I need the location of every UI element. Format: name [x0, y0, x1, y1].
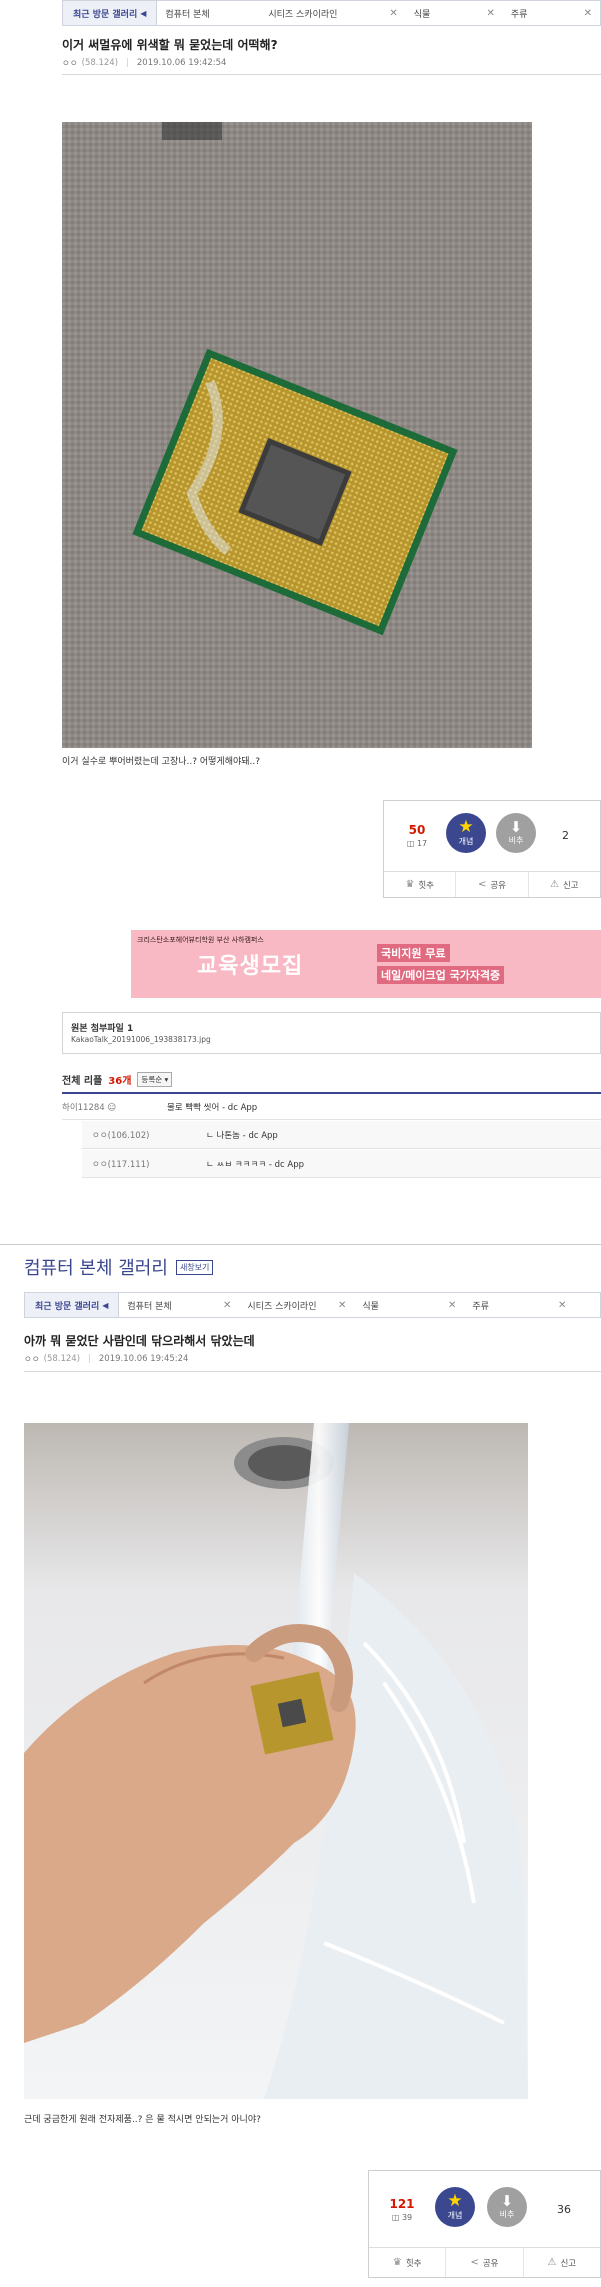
upvote-button[interactable]: ★ 개념: [435, 2187, 475, 2227]
comment-text: 물로 빡빡 씻어 - dc App: [167, 1102, 258, 1113]
comment-nick[interactable]: ㅇㅇ(106.102): [92, 1129, 206, 1141]
recent-gallery-item[interactable]: 주류 ✕: [464, 1299, 574, 1312]
ad-banner[interactable]: 크리스탄소포헤어뷰티학원 부산 사하캠퍼스 교육생모집 국비지원 무료 네일/메…: [131, 930, 601, 998]
prev-arrow-icon[interactable]: ◀: [140, 9, 146, 18]
comment-header: 전체 리플 36개 등록순 ▾: [62, 1072, 173, 1087]
post-body: 근데 궁금한게 원래 전자제품..? 은 물 적시면 안되는거 아니야?: [24, 2115, 261, 2125]
recent-gallery-item[interactable]: 식물 ✕: [354, 1299, 464, 1312]
ad-line-2: 네일/메이크업 국가자격증: [377, 966, 505, 984]
share-icon: <: [477, 879, 487, 890]
gallery-name[interactable]: 컴퓨터 본체 갤러리: [24, 1254, 168, 1280]
star-icon: ★: [458, 817, 474, 837]
siren-icon: ⚠: [547, 2257, 557, 2268]
close-icon[interactable]: ✕: [584, 8, 592, 19]
ad-headline: 교육생모집: [197, 954, 304, 979]
recent-gallery-item[interactable]: 컴퓨터 본체 ✕: [119, 1299, 239, 1312]
siren-icon: ⚠: [550, 879, 559, 890]
post-meta: ㅇㅇ (58.124) | 2019.10.06 19:45:24: [24, 1353, 189, 1365]
new-window-button[interactable]: 새창보기: [175, 1259, 214, 1275]
attachment-file-link[interactable]: KakaoTalk_20191006_193838173.jpg: [71, 1035, 211, 1044]
comment-nick[interactable]: 하이11284 ☺: [62, 1101, 167, 1113]
comment-sort-select[interactable]: 등록순 ▾: [137, 1072, 173, 1087]
vote-box: 121 ◫ 39 ★ 개념 ⬇ 비추 36 ♛ 힛추 < 공유 ⚠ 신고: [368, 2170, 601, 2278]
recent-gallery-title[interactable]: 최근 방문 갤러리 ◀: [63, 1, 158, 25]
recent-gallery-bar: 최근 방문 갤러리 ◀ 컴퓨터 본체 시티즈 스카이라인 ✕ 식물 ✕ 주류 ✕: [62, 0, 601, 26]
author-name[interactable]: ㅇㅇ: [24, 1353, 40, 1365]
fixed-upvote-count: ◫ 39: [391, 2213, 413, 2222]
hit-button[interactable]: ♛ 힛추: [384, 872, 457, 897]
recent-gallery-item[interactable]: 시티즈 스카이라인 ✕: [239, 1299, 354, 1312]
recent-gallery-title[interactable]: 최근 방문 갤러리 ◀: [25, 1293, 120, 1317]
comment-count: 36개: [108, 1076, 132, 1087]
section-divider: [0, 1244, 601, 1245]
report-button[interactable]: ⚠ 신고: [524, 2248, 600, 2277]
comment-text: ㄴ ㅆㅂ ㅋㅋㅋㅋ - dc App: [206, 1159, 304, 1170]
fixed-user-icon: ◫: [391, 2213, 400, 2222]
down-arrow-icon: ⬇: [509, 818, 523, 836]
comment-nick[interactable]: ㅇㅇ(117.111): [92, 1158, 206, 1170]
downvote-count: 2: [562, 829, 569, 842]
recent-gallery-label: 최근 방문 갤러리: [73, 9, 138, 20]
upvote-count: 121: [389, 2197, 415, 2211]
down-arrow-icon: ⬇: [500, 2192, 514, 2210]
share-button[interactable]: < 공유: [446, 2248, 524, 2277]
author-ip: (58.124): [43, 1354, 81, 1364]
fixed-upvote-count: ◫ 17: [406, 839, 428, 848]
author-name[interactable]: ㅇㅇ: [62, 57, 78, 69]
upvote-button[interactable]: ★ 개념: [446, 813, 486, 853]
recent-gallery-item[interactable]: 컴퓨터 본체: [157, 7, 260, 20]
cpu-photo: [62, 122, 532, 748]
crown-icon: ♛: [392, 2257, 402, 2268]
header-divider: [24, 1371, 601, 1372]
close-icon[interactable]: ✕: [338, 1300, 346, 1311]
report-button[interactable]: ⚠ 신고: [529, 872, 600, 897]
post-date: 2019.10.06 19:45:24: [98, 1354, 189, 1364]
comment-row: 하이11284 ☺ 물로 빡빡 씻어 - dc App: [62, 1094, 601, 1120]
author-ip: (58.124): [81, 58, 119, 68]
post-date: 2019.10.06 19:42:54: [136, 58, 227, 68]
gallery-title: 컴퓨터 본체 갤러리 새창보기: [24, 1254, 214, 1280]
prev-arrow-icon[interactable]: ◀: [102, 1301, 108, 1310]
upvote-count: 50: [408, 823, 426, 837]
header-divider: [62, 74, 601, 75]
gallery-icon: ☺: [107, 1102, 117, 1113]
comment-text: ㄴ 나톤놈 - dc App: [206, 1130, 278, 1141]
post-meta: ㅇㅇ (58.124) | 2019.10.06 19:42:54: [62, 57, 227, 69]
recent-gallery-item[interactable]: 식물 ✕: [406, 7, 503, 20]
ad-line-1: 국비지원 무료: [377, 944, 450, 962]
vote-box: 50 ◫ 17 ★ 개념 ⬇ 비추 2 ♛ 힛추 < 공유 ⚠ 신고: [383, 800, 601, 898]
share-button[interactable]: < 공유: [456, 872, 529, 897]
recent-gallery-bar: 최근 방문 갤러리 ◀ 컴퓨터 본체 ✕ 시티즈 스카이라인 ✕ 식물 ✕ 주류…: [24, 1292, 601, 1318]
downvote-count: 36: [557, 2203, 571, 2216]
post-image-cpu[interactable]: [62, 122, 532, 748]
close-icon[interactable]: ✕: [558, 1300, 566, 1311]
close-icon[interactable]: ✕: [448, 1300, 456, 1311]
crown-icon: ♛: [405, 879, 415, 890]
recent-gallery-item[interactable]: 주류 ✕: [503, 7, 600, 20]
fixed-user-icon: ◫: [406, 839, 415, 848]
attachment-title: 원본 첨부파일 1: [71, 1024, 134, 1034]
post-title: 이거 써멀유에 위색할 뭐 묻었는데 어떡해?: [62, 38, 278, 52]
attachment-box: 원본 첨부파일 1 KakaoTalk_20191006_193838173.j…: [62, 1012, 601, 1054]
close-icon[interactable]: ✕: [486, 8, 494, 19]
close-icon[interactable]: ✕: [223, 1300, 231, 1311]
star-icon: ★: [447, 2191, 463, 2211]
post-image-washing[interactable]: [24, 1423, 528, 2099]
close-icon[interactable]: ✕: [389, 8, 397, 19]
comment-reply-row: ㅇㅇ(117.111) ㄴ ㅆㅂ ㅋㅋㅋㅋ - dc App: [82, 1150, 601, 1178]
ad-subtitle: 크리스탄소포헤어뷰티학원 부산 사하캠퍼스: [137, 936, 264, 944]
downvote-button[interactable]: ⬇ 비추: [496, 813, 536, 853]
post-body: 이거 실수로 뿌어버렸는데 고장나..? 어떻게해야돼..?: [62, 757, 261, 767]
recent-gallery-label: 최근 방문 갤러리: [35, 1301, 100, 1312]
recent-gallery-item[interactable]: 시티즈 스카이라인 ✕: [260, 7, 405, 20]
washing-photo: [24, 1423, 528, 2099]
share-icon: <: [470, 2257, 479, 2268]
comment-reply-row: ㅇㅇ(106.102) ㄴ 나톤놈 - dc App: [82, 1121, 601, 1149]
post-title: 아까 뭐 묻었단 사람인데 닦으라해서 닦았는데: [24, 1334, 255, 1348]
downvote-button[interactable]: ⬇ 비추: [487, 2187, 527, 2227]
hit-button[interactable]: ♛ 힛추: [369, 2248, 447, 2277]
